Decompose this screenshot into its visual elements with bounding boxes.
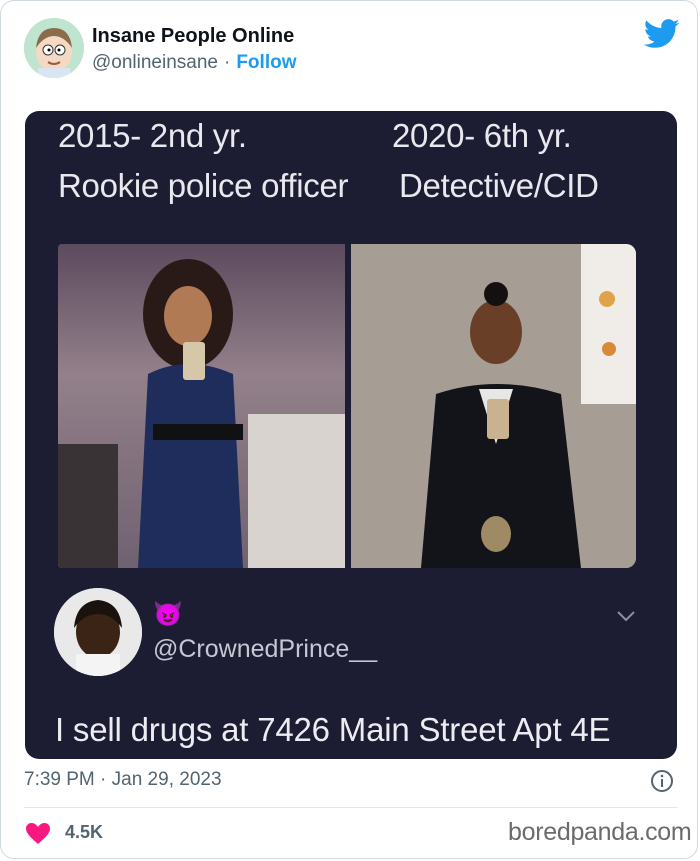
reply-text: I sell drugs at 7426 Main Street Apt 4E — [55, 711, 611, 748]
separator-dot: · — [224, 52, 231, 73]
reply-avatar[interactable] — [54, 588, 142, 676]
watermark-text: boredpanda.com — [508, 818, 692, 846]
author-handle-row: @onlineinsane · Follow — [92, 52, 296, 74]
heart-icon[interactable] — [25, 822, 51, 845]
footer-divider — [24, 807, 677, 808]
info-icon[interactable] — [650, 769, 674, 793]
author-handle[interactable]: @onlineinsane — [92, 52, 218, 73]
right-year-text: 2020- 6th yr. — [392, 117, 572, 154]
detective-photo — [351, 244, 636, 568]
left-title-text: Rookie police officer — [58, 167, 349, 204]
right-title-text: Detective/CID — [399, 167, 599, 204]
reply-handle[interactable]: @CrownedPrince__ — [153, 635, 377, 664]
author-avatar[interactable] — [24, 18, 84, 78]
left-year-text: 2015- 2nd yr. — [58, 117, 247, 154]
rookie-officer-photo — [58, 244, 345, 568]
like-count[interactable]: 4.5K — [65, 822, 103, 843]
tweet-card: Insane People Online @onlineinsane · Follo… — [0, 0, 698, 859]
twitter-bird-icon[interactable] — [644, 19, 680, 49]
tweet-media-image[interactable]: 2015- 2nd yr. Rookie police officer 2020… — [25, 111, 677, 759]
devil-emoji-icon: 😈 — [153, 601, 183, 628]
author-name[interactable]: Insane People Online — [92, 25, 294, 48]
follow-button[interactable]: Follow — [236, 52, 296, 73]
tweet-timestamp[interactable]: 7:39 PM · Jan 29, 2023 — [24, 769, 222, 791]
chevron-down-icon[interactable] — [615, 609, 637, 623]
